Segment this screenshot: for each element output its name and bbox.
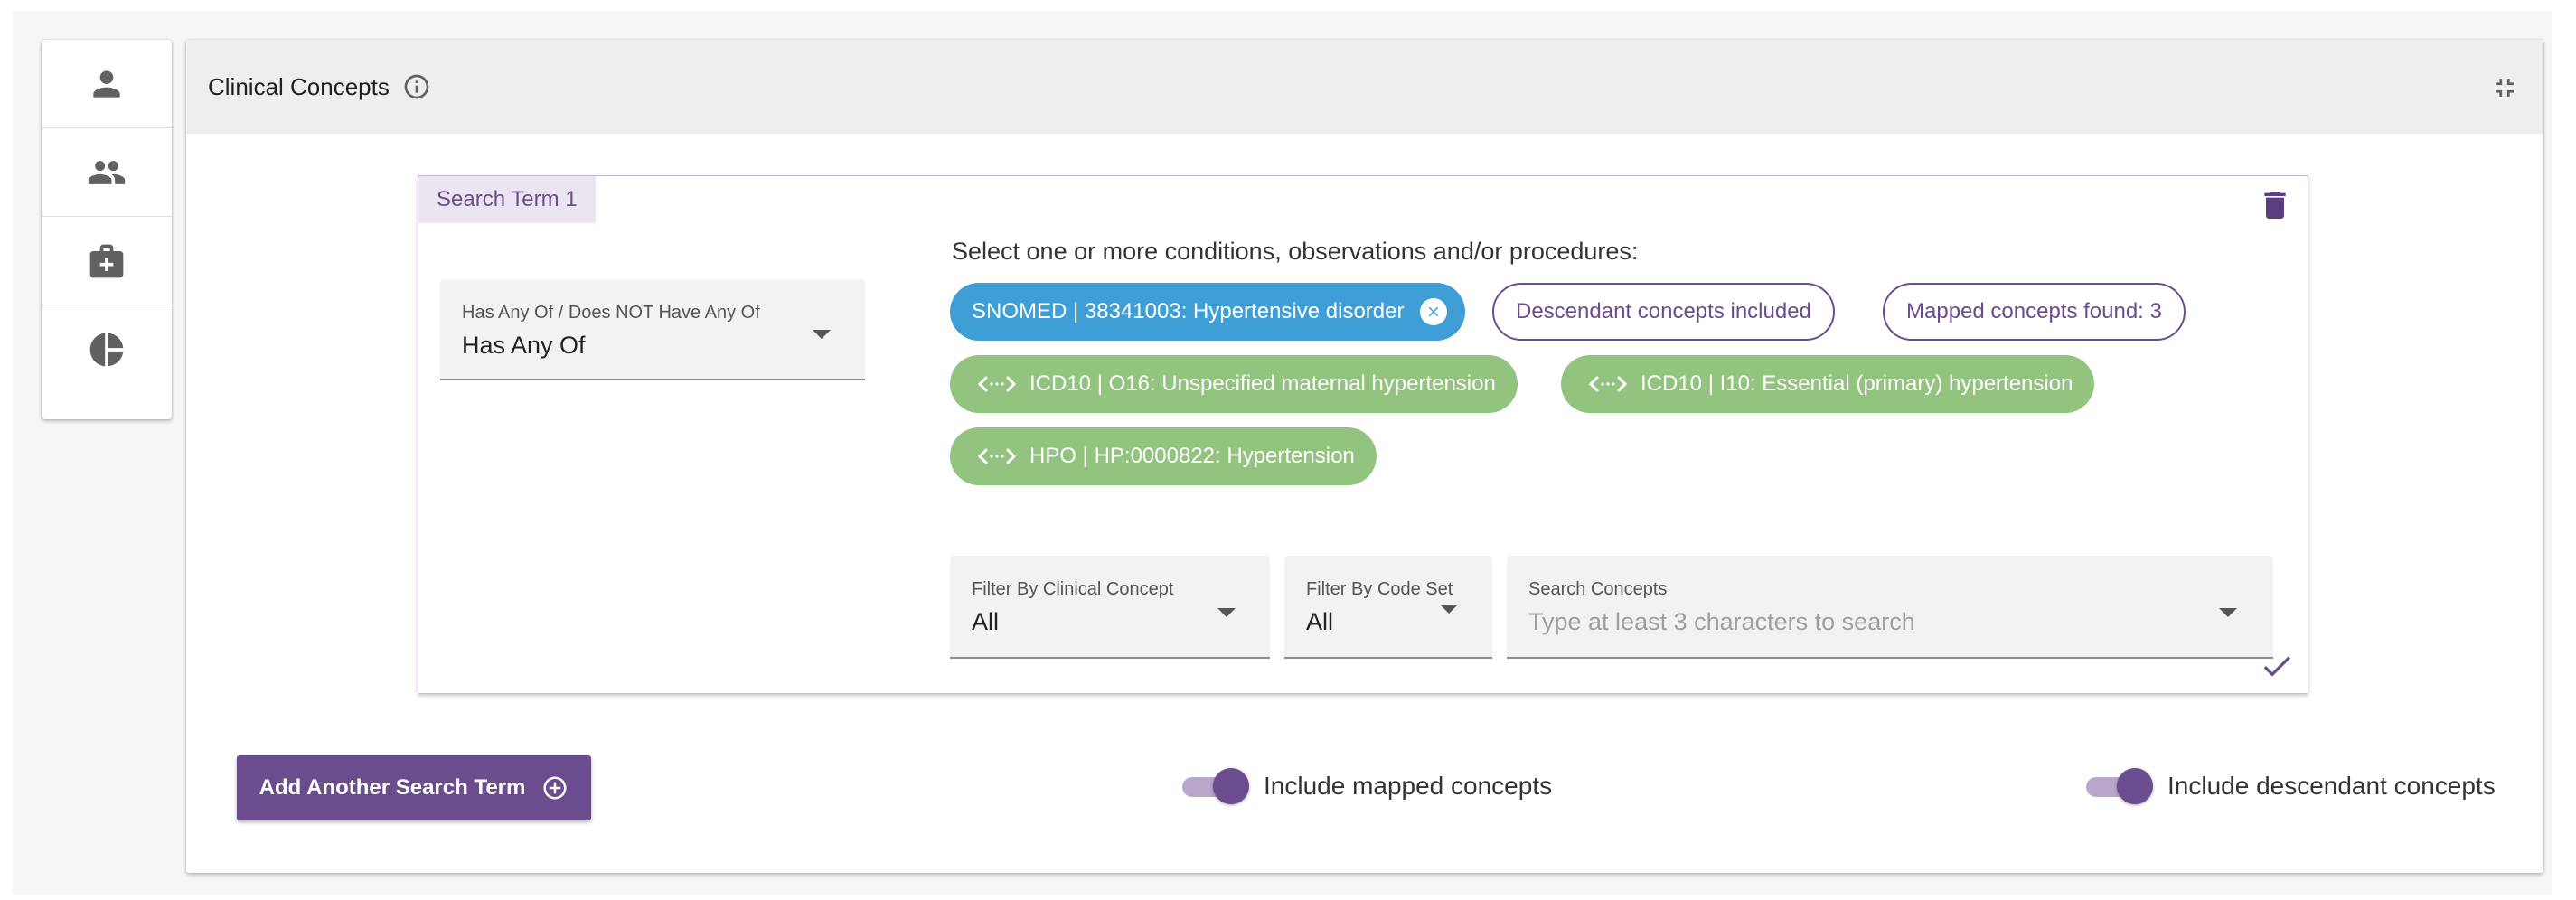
people-icon — [88, 160, 126, 184]
delete-term-trash-icon[interactable] — [2257, 185, 2293, 225]
sidebar-item-statistics[interactable] — [42, 305, 172, 393]
caret-down-icon — [813, 330, 831, 339]
panel-header: Clinical Concepts — [186, 40, 2543, 134]
include-descendant-label: Include descendant concepts — [2167, 772, 2496, 800]
sidebar — [42, 40, 172, 419]
filter-code-set-value: All — [1306, 608, 1334, 635]
descendant-concepts-chip[interactable]: Descendant concepts included — [1492, 283, 1835, 341]
selected-concept-label: SNOMED | 38341003: Hypertensive disorder — [972, 299, 1405, 323]
info-icon[interactable] — [402, 72, 431, 101]
mapped-concept-label: ICD10 | I10: Essential (primary) hyperte… — [1641, 371, 2073, 396]
pie-chart-icon — [89, 333, 124, 366]
sidebar-item-demographics[interactable] — [42, 40, 172, 128]
remove-chip-close-icon[interactable] — [1420, 298, 1448, 325]
search-term-tag: Search Term 1 — [418, 176, 596, 223]
include-mapped-toggle[interactable]: Include mapped concepts — [1180, 768, 1552, 804]
caret-down-icon — [2219, 608, 2237, 617]
mapping-arrows-icon — [977, 445, 1017, 467]
clinical-concepts-panel: Clinical Concepts Search Term 1 Has Any … — [186, 40, 2543, 873]
panel-title: Clinical Concepts — [208, 72, 390, 100]
mapped-concepts-label: Mapped concepts found: 3 — [1906, 299, 2162, 323]
add-search-term-button[interactable]: Add Another Search Term — [237, 755, 591, 820]
mapped-concept-label: HPO | HP:0000822: Hypertension — [1029, 444, 1355, 468]
selected-concept-chip[interactable]: SNOMED | 38341003: Hypertensive disorder — [950, 283, 1466, 341]
include-mapped-switch[interactable] — [1180, 768, 1249, 804]
mapped-concept-chip[interactable]: HPO | HP:0000822: Hypertension — [950, 427, 1377, 485]
search-term-card: Search Term 1 Has Any Of / Does NOT Have… — [418, 175, 2308, 694]
switch-thumb — [2117, 768, 2153, 804]
mapping-arrows-icon — [977, 373, 1017, 395]
sidebar-item-clinical-concepts[interactable] — [42, 217, 172, 305]
confirm-check-icon[interactable] — [2259, 648, 2295, 684]
add-circle-icon — [543, 776, 567, 800]
has-any-select-value: Has Any Of — [462, 332, 586, 359]
has-any-select[interactable]: Has Any Of / Does NOT Have Any Of Has An… — [440, 279, 865, 380]
mapped-concepts-chip[interactable]: Mapped concepts found: 3 — [1883, 283, 2186, 341]
search-concepts-placeholder: Type at least 3 characters to search — [1528, 608, 1915, 635]
mapped-concept-chip[interactable]: ICD10 | O16: Unspecified maternal hypert… — [950, 355, 1518, 413]
descendant-concepts-label: Descendant concepts included — [1516, 299, 1811, 323]
filter-code-set-select[interactable]: Filter By Code Set All — [1284, 556, 1492, 659]
include-descendant-switch[interactable] — [2084, 768, 2153, 804]
has-any-select-label: Has Any Of / Does NOT Have Any Of — [462, 303, 760, 323]
sidebar-item-groups[interactable] — [42, 128, 172, 217]
concept-instruction: Select one or more conditions, observati… — [952, 238, 1639, 265]
filter-code-set-label: Filter By Code Set — [1306, 579, 1453, 599]
include-descendant-toggle[interactable]: Include descendant concepts — [2084, 768, 2496, 804]
mapped-concept-label: ICD10 | O16: Unspecified maternal hypert… — [1029, 371, 1496, 396]
filter-clinical-concept-select[interactable]: Filter By Clinical Concept All — [950, 556, 1270, 659]
search-concepts-input[interactable]: Search Concepts Type at least 3 characte… — [1507, 556, 2273, 659]
collapse-icon[interactable] — [2489, 72, 2520, 103]
mapped-concept-chip[interactable]: ICD10 | I10: Essential (primary) hyperte… — [1561, 355, 2095, 413]
person-icon — [93, 70, 120, 98]
add-search-term-label: Add Another Search Term — [259, 775, 526, 800]
mapping-arrows-icon — [1588, 373, 1628, 395]
caret-down-icon — [1217, 608, 1236, 617]
medical-bag-icon — [89, 244, 124, 277]
switch-thumb — [1213, 768, 1249, 804]
search-concepts-label: Search Concepts — [1528, 579, 1668, 599]
filter-clinical-concept-label: Filter By Clinical Concept — [972, 579, 1174, 599]
include-mapped-label: Include mapped concepts — [1264, 772, 1553, 800]
caret-down-icon — [1440, 605, 1458, 614]
filter-clinical-concept-value: All — [972, 608, 1000, 635]
